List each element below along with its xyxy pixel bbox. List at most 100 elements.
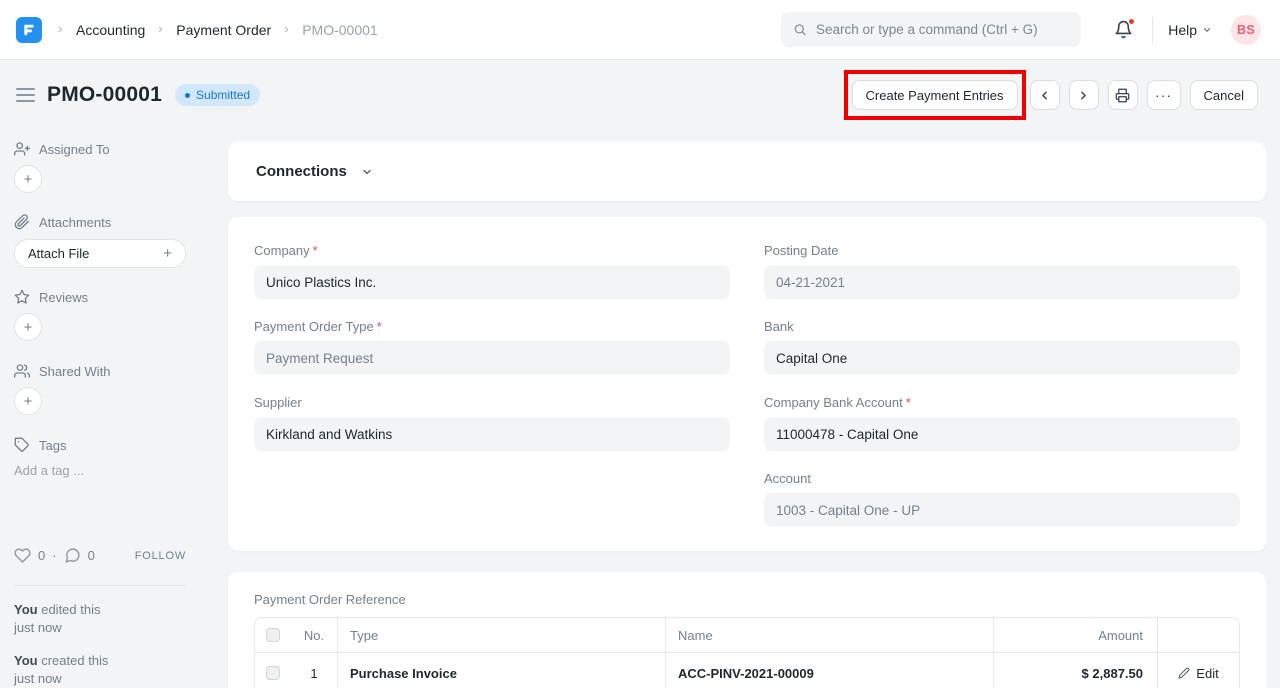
breadcrumb-current: PMO-00001 [302,22,377,38]
page-title: PMO-00001 [47,83,162,107]
assigned-to-section: Assigned To [14,141,110,157]
row-amount[interactable]: $ 2,887.50 [993,653,1157,688]
field-company: Company* Unico Plastics Inc. [254,243,730,299]
row-type[interactable]: Purchase Invoice [337,653,665,688]
column-header-no: No. [291,618,337,652]
connections-title: Connections [256,163,347,180]
account-input[interactable]: 1003 - Capital One - UP [764,493,1240,527]
print-button[interactable] [1108,80,1138,110]
printer-icon [1115,88,1130,103]
chevron-right-icon [56,25,65,34]
row-name[interactable]: ACC-PINV-2021-00009 [665,653,993,688]
reviews-label: Reviews [39,290,88,305]
search-input[interactable] [816,22,1069,37]
supplier-input[interactable]: Kirkland and Watkins [254,417,730,451]
payment-order-reference-section: Payment Order Reference No. Type Name Am… [228,572,1266,688]
connections-header[interactable]: Connections [256,163,373,180]
navbar-divider [1152,17,1153,43]
add-review-button[interactable]: + [14,313,42,341]
next-document-button[interactable] [1069,80,1099,110]
help-menu[interactable]: Help [1168,22,1212,38]
company-input[interactable]: Unico Plastics Inc. [254,265,730,299]
field-company-bank-account: Company Bank Account* 11000478 - Capital… [764,395,1240,451]
column-header-name: Name [665,618,993,652]
connections-section: Connections [228,142,1266,201]
users-icon [14,363,30,379]
form-body: Connections Company* Unico Plastics Inc.… [228,142,1266,688]
reviews-section: Reviews [14,289,88,305]
posting-date-input[interactable]: 04-21-2021 [764,265,1240,299]
row-index: 1 [291,653,337,688]
attachments-section: Attachments [14,214,111,230]
page-actions: Create Payment Entries ··· Cancel [844,70,1258,120]
more-actions-button[interactable]: ··· [1147,80,1181,110]
pencil-icon [1178,667,1190,679]
form-column-right: Posting Date 04-21-2021 Bank Capital One… [764,243,1240,547]
attach-file-button[interactable]: Attach File + [14,239,186,268]
field-posting-date: Posting Date 04-21-2021 [764,243,1240,299]
required-marker: * [906,395,911,410]
erpnext-logo-icon [22,23,36,37]
required-marker: * [313,243,318,258]
annotation-box: Create Payment Entries [844,70,1026,120]
status-badge: Submitted [175,84,260,106]
select-all-checkbox[interactable] [266,628,280,642]
chevron-down-icon [361,166,373,178]
activity-entry: You created this just now [14,652,108,688]
form-column-left: Company* Unico Plastics Inc. Payment Ord… [254,243,730,547]
shared-with-label: Shared With [39,364,111,379]
tag-icon [14,437,30,453]
comment-icon[interactable] [64,547,81,564]
form-sidebar: Assigned To + Attachments Attach File + … [14,140,186,688]
row-checkbox[interactable] [266,666,280,680]
create-payment-entries-button[interactable]: Create Payment Entries [852,80,1018,110]
global-search[interactable] [781,12,1081,47]
activity-time: just now [14,670,108,688]
tags-label: Tags [39,438,66,453]
attach-file-label: Attach File [28,246,89,261]
add-assignment-button[interactable]: + [14,165,42,193]
details-section: Company* Unico Plastics Inc. Payment Ord… [228,217,1266,551]
sidebar-toggle-icon[interactable] [16,84,35,106]
prev-document-button[interactable] [1030,80,1060,110]
breadcrumb: Accounting Payment Order PMO-00001 [56,22,378,38]
like-count: 0 [38,548,45,563]
status-dot-icon [185,93,190,98]
chevron-right-icon [156,25,165,34]
status-label: Submitted [196,88,250,102]
shared-with-section: Shared With [14,363,111,379]
company-bank-account-input[interactable]: 11000478 - Capital One [764,417,1240,451]
chevron-left-icon [1038,89,1051,102]
edit-row-button[interactable]: Edit [1178,666,1218,681]
reference-section-label: Payment Order Reference [254,592,1240,607]
chevron-down-icon [1202,25,1212,35]
star-icon [14,289,30,305]
breadcrumb-accounting[interactable]: Accounting [76,22,145,38]
heart-icon[interactable] [14,547,31,564]
breadcrumb-payment-order[interactable]: Payment Order [176,22,271,38]
plus-icon: + [163,245,172,262]
chevron-right-icon [1077,89,1090,102]
column-header-type: Type [337,618,665,652]
field-account: Account 1003 - Capital One - UP [764,471,1240,527]
page-header: PMO-00001 Submitted Create Payment Entri… [0,60,1280,130]
user-plus-icon [14,141,30,157]
follow-button[interactable]: FOLLOW [135,550,186,562]
navbar: Accounting Payment Order PMO-00001 Help … [0,0,1280,60]
social-row: 0 · 0 FOLLOW [14,547,186,564]
bank-input[interactable]: Capital One [764,341,1240,375]
avatar[interactable]: BS [1231,15,1261,45]
column-header-amount: Amount [993,618,1157,652]
comment-count: 0 [88,548,95,563]
add-tag-input[interactable]: Add a tag ... [14,463,84,478]
activity-entry: You edited this just now [14,601,100,637]
notifications-button[interactable] [1114,20,1133,39]
field-bank: Bank Capital One [764,319,1240,375]
app-logo[interactable] [16,17,42,43]
chevron-right-icon [282,25,291,34]
payment-order-type-input[interactable]: Payment Request [254,341,730,375]
share-button[interactable]: + [14,387,42,415]
reference-table: No. Type Name Amount 1 Purchase Invoice … [254,617,1240,688]
required-marker: * [377,319,382,334]
cancel-button[interactable]: Cancel [1190,80,1258,110]
